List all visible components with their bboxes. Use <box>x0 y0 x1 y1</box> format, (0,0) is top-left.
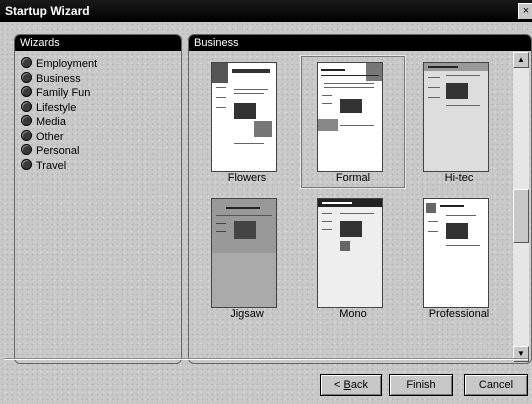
back-button[interactable]: < Back <box>320 374 382 396</box>
templates-panel: Business Flowers Formal Hi-tec Jigsaw Mo… <box>188 34 532 364</box>
back-prefix: < <box>334 379 344 391</box>
bullet-icon <box>21 100 32 112</box>
wizard-item-label: Family Fun <box>36 87 91 99</box>
wizard-item-label: Other <box>36 130 64 143</box>
back-label-rest: ack <box>350 379 368 391</box>
wizard-item-travel[interactable]: Travel <box>21 158 97 174</box>
wizard-list: Employment Business Family Fun Lifestyle… <box>21 57 97 173</box>
bullet-icon <box>21 71 32 83</box>
template-jigsaw[interactable]: Jigsaw <box>195 192 299 324</box>
separator <box>4 358 528 360</box>
template-preview-image <box>211 198 277 308</box>
scroll-up-arrow-icon[interactable]: ▲ <box>513 52 529 68</box>
bullet-icon <box>21 129 32 141</box>
template-scrollbar[interactable]: ▲ ▼ <box>513 52 529 362</box>
bullet-icon <box>21 115 32 126</box>
wizards-panel: Wizards Employment Business Family Fun L… <box>14 34 182 364</box>
close-icon[interactable]: × <box>518 3 532 19</box>
templates-header-label: Business <box>194 37 239 49</box>
cancel-button[interactable]: Cancel <box>464 374 528 396</box>
wizard-item-personal[interactable]: Personal <box>21 144 97 159</box>
wizard-item-label: Media <box>36 116 66 128</box>
template-label: Hi-tec <box>444 172 474 184</box>
template-flowers[interactable]: Flowers <box>195 56 299 188</box>
wizards-header-label: Wizards <box>20 37 60 49</box>
wizard-item-family-fun[interactable]: Family Fun <box>21 86 97 101</box>
wizard-item-employment[interactable]: Employment <box>21 57 97 72</box>
template-preview-image <box>317 198 383 308</box>
dialog-body: Wizards Employment Business Family Fun L… <box>0 22 532 404</box>
wizard-item-label: Travel <box>36 159 67 172</box>
bullet-icon <box>21 158 32 170</box>
template-preview-image <box>317 62 383 172</box>
wizard-item-label: Business <box>36 72 81 85</box>
wizard-item-label: Employment <box>36 58 98 70</box>
template-label: Jigsaw <box>230 308 264 320</box>
template-preview-image <box>423 198 489 308</box>
template-label: Flowers <box>227 172 267 184</box>
wizard-item-other[interactable]: Other <box>21 129 97 145</box>
template-professional[interactable]: Professional <box>407 192 511 324</box>
back-accelerator: B <box>343 379 351 391</box>
template-hi-tec[interactable]: Hi-tec <box>407 56 511 188</box>
bullet-icon <box>21 57 32 68</box>
template-gallery: Flowers Formal Hi-tec Jigsaw Mono Profes… <box>189 52 513 362</box>
template-label: Mono <box>339 308 367 320</box>
template-label: Formal <box>335 172 371 184</box>
title-bar: Startup Wizard × <box>0 0 532 22</box>
template-mono[interactable]: Mono <box>301 192 405 324</box>
bullet-icon <box>21 86 32 97</box>
finish-button[interactable]: Finish <box>389 374 453 396</box>
scrollbar-thumb[interactable] <box>513 189 529 243</box>
wizards-panel-header: Wizards <box>15 35 181 51</box>
templates-panel-header: Business <box>189 35 531 51</box>
bullet-icon <box>21 144 32 155</box>
template-preview-image <box>211 62 277 172</box>
template-formal[interactable]: Formal <box>300 55 406 189</box>
template-label: Professional <box>428 308 490 320</box>
wizard-item-lifestyle[interactable]: Lifestyle <box>21 100 97 116</box>
window-title: Startup Wizard <box>5 4 90 18</box>
wizard-item-media[interactable]: Media <box>21 115 97 130</box>
wizard-item-business[interactable]: Business <box>21 71 97 87</box>
template-preview-image <box>423 62 489 172</box>
wizard-item-label: Personal <box>36 145 80 157</box>
wizard-item-label: Lifestyle <box>36 101 77 114</box>
